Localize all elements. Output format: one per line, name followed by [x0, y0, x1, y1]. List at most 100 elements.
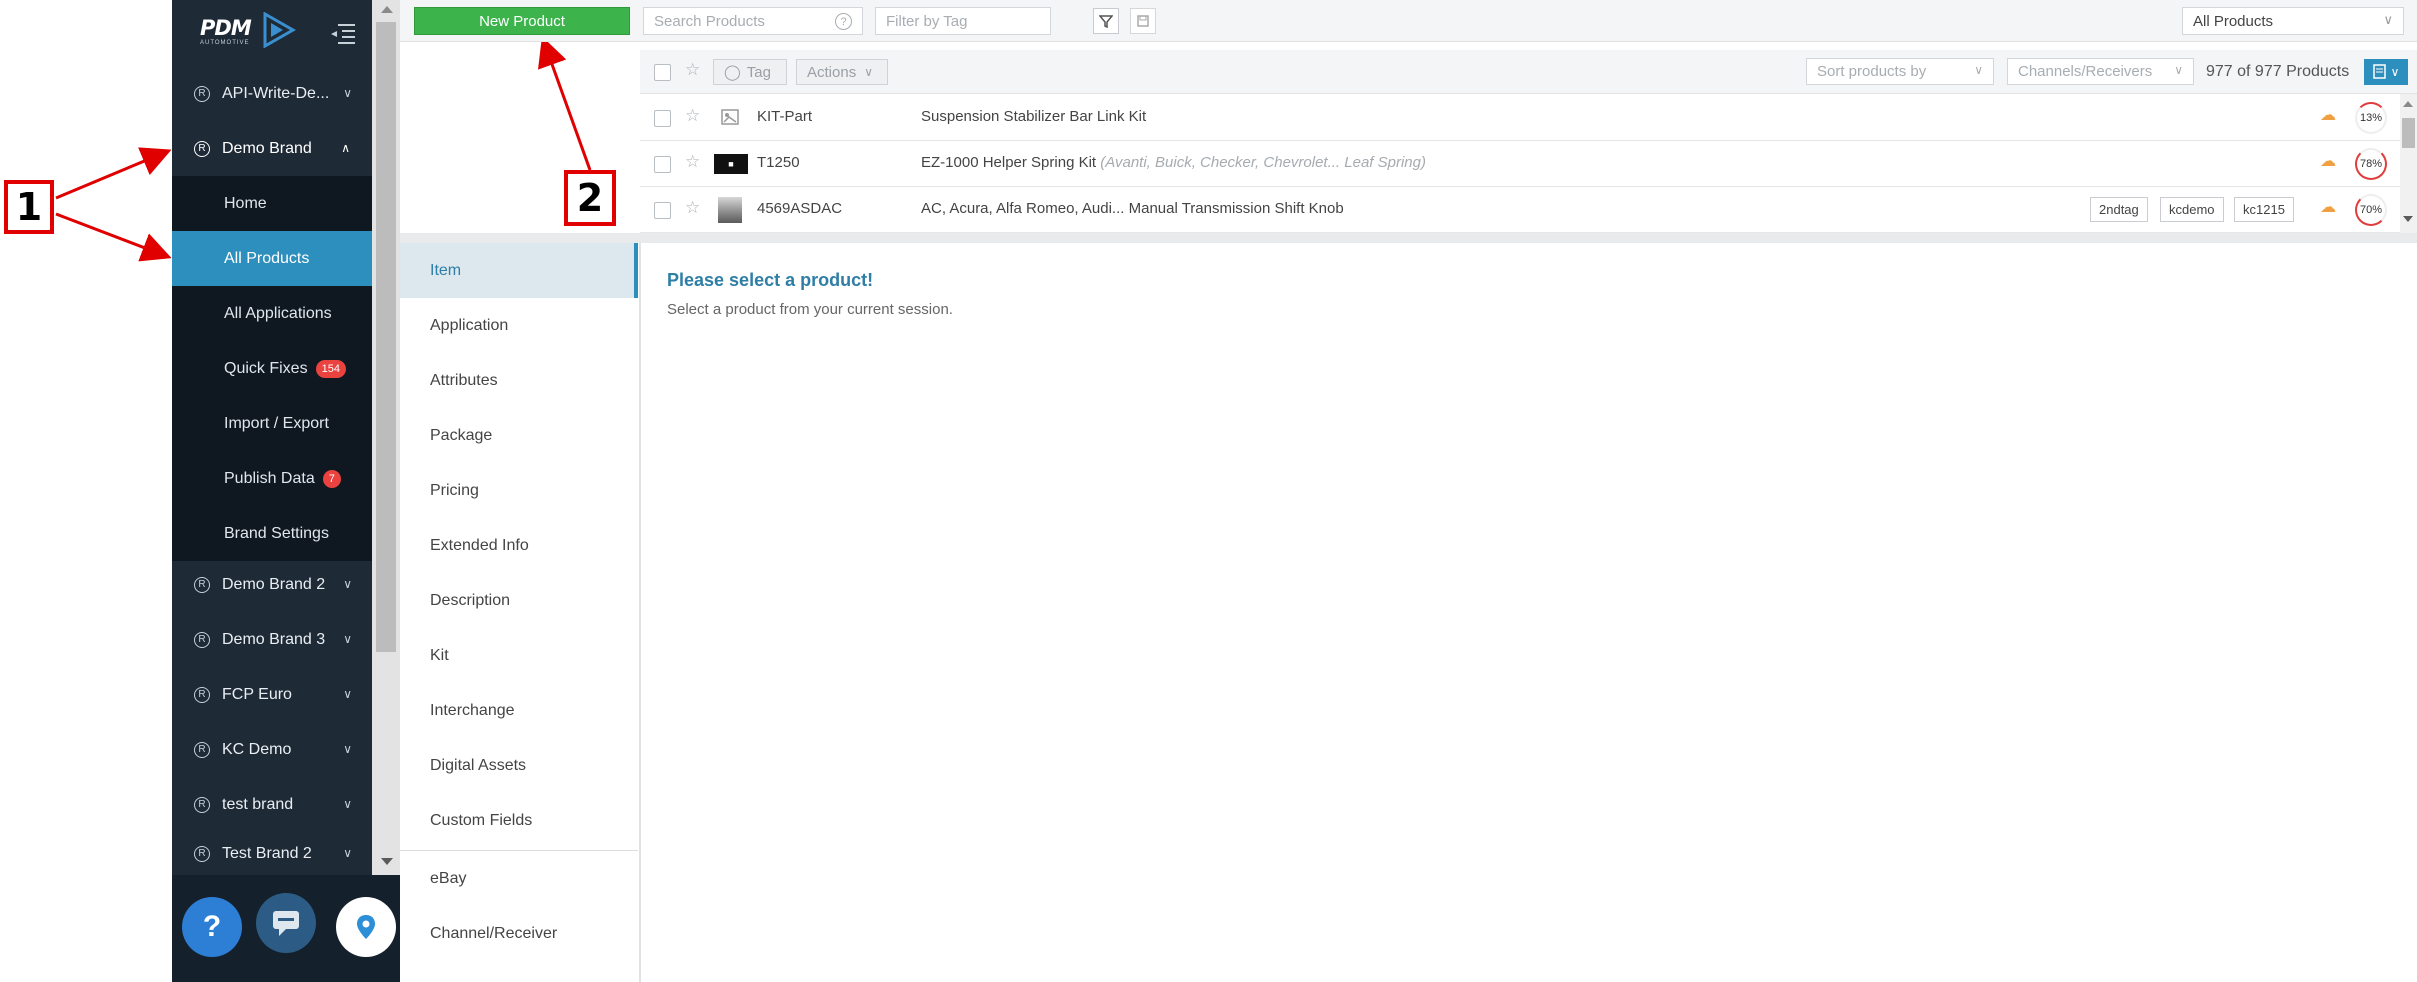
- completion-ring: 13%: [2355, 102, 2387, 134]
- chat-button[interactable]: [256, 893, 316, 953]
- tag-button[interactable]: ◯ Tag: [713, 59, 787, 85]
- table-row[interactable]: ☆ ■ T1250 EZ-1000 Helper Spring Kit (Ava…: [640, 141, 2400, 187]
- sidebar-brand-kc-demo[interactable]: R KC Demo ∨: [172, 722, 372, 777]
- chevron-down-icon: ∨: [343, 797, 352, 811]
- tab-pricing[interactable]: Pricing: [400, 463, 638, 518]
- registered-icon: R: [194, 576, 210, 593]
- filter-by-tag-input[interactable]: Filter by Tag: [875, 7, 1051, 35]
- sidebar-scrollbar[interactable]: [372, 0, 400, 875]
- tab-extended-info[interactable]: Extended Info: [400, 518, 638, 573]
- table-row[interactable]: ☆ KIT-Part Suspension Stabilizer Bar Lin…: [640, 95, 2400, 141]
- tab-channel-receiver[interactable]: Channel/Receiver: [400, 906, 638, 961]
- new-product-label: New Product: [479, 12, 565, 30]
- publish-data-badge: 7: [322, 469, 341, 488]
- row-checkbox[interactable]: [654, 202, 671, 219]
- all-products-select[interactable]: All Products ∨: [2182, 7, 2404, 35]
- location-button[interactable]: [336, 897, 396, 957]
- scroll-down-arrow-icon[interactable]: [2403, 216, 2413, 222]
- row-description-text: Suspension Stabilizer Bar Link Kit: [921, 108, 1147, 125]
- channels-receivers-label: Channels/Receivers: [2018, 63, 2153, 80]
- chevron-down-icon: ∨: [343, 846, 352, 860]
- sidebar-brand-demo-brand[interactable]: R Demo Brand ∧: [172, 121, 372, 176]
- product-count: 977 of 977 Products: [2206, 63, 2350, 80]
- tab-interchange[interactable]: Interchange: [400, 683, 638, 738]
- tab-label: Attributes: [430, 371, 498, 389]
- registered-icon: R: [194, 741, 210, 758]
- tab-kit[interactable]: Kit: [400, 628, 638, 683]
- top-toolbar: New Product Search Products ? Filter by …: [400, 0, 2417, 42]
- tab-ebay[interactable]: eBay: [400, 851, 638, 906]
- tab-custom-fields[interactable]: Custom Fields: [400, 793, 638, 848]
- sidebar-brand-fcp-euro[interactable]: R FCP Euro ∨: [172, 667, 372, 722]
- favorite-star-icon[interactable]: ☆: [685, 60, 700, 80]
- pdm-logo-subtext: AUTOMOTIVE: [200, 40, 250, 46]
- sidebar-item-quick-fixes[interactable]: Quick Fixes 154: [172, 341, 372, 396]
- scroll-down-arrow-icon[interactable]: [381, 858, 393, 865]
- chevron-down-icon: ∨: [864, 65, 873, 79]
- favorite-star-icon[interactable]: ☆: [685, 152, 700, 172]
- product-tag[interactable]: kc1215: [2234, 197, 2294, 222]
- annotation-callout-1-text: 1: [15, 185, 43, 229]
- panel-separator: [400, 233, 2417, 243]
- sidebar-item-publish-data[interactable]: Publish Data 7: [172, 451, 372, 506]
- product-list-scrollbar[interactable]: [2400, 94, 2417, 233]
- detail-empty-title: Please select a product!: [667, 270, 874, 290]
- scroll-up-arrow-icon[interactable]: [381, 6, 393, 13]
- sidebar-item-brand-settings[interactable]: Brand Settings: [172, 506, 372, 561]
- tag-icon: ◯: [724, 64, 741, 81]
- row-description: Suspension Stabilizer Bar Link Kit: [921, 108, 1146, 125]
- sidebar-brand-test-brand-2[interactable]: R Test Brand 2 ∨: [172, 832, 372, 875]
- sidebar-item-import-export[interactable]: Import / Export: [172, 396, 372, 451]
- annotation-callout-1: 1: [4, 180, 54, 234]
- product-tag[interactable]: 2ndtag: [2090, 197, 2148, 222]
- row-checkbox[interactable]: [654, 156, 671, 173]
- actions-button[interactable]: Actions ∨: [796, 59, 888, 85]
- completion-ring: 70%: [2355, 194, 2387, 226]
- sidebar-scrollbar-thumb[interactable]: [376, 22, 396, 652]
- select-all-checkbox[interactable]: [654, 64, 671, 81]
- table-row[interactable]: ☆ 4569ASDAC AC, Acura, Alfa Romeo, Audi.…: [640, 187, 2400, 233]
- kit-placeholder-icon: [721, 109, 739, 125]
- filter-button[interactable]: [1093, 8, 1119, 34]
- new-product-button[interactable]: New Product: [414, 7, 630, 35]
- tab-label: Package: [430, 426, 493, 444]
- search-products-input[interactable]: Search Products ?: [643, 7, 863, 35]
- product-tag[interactable]: kcdemo: [2160, 197, 2224, 222]
- tab-application[interactable]: Application: [400, 298, 638, 353]
- tab-digital-assets[interactable]: Digital Assets: [400, 738, 638, 793]
- sidebar-brand-demo-brand-3[interactable]: R Demo Brand 3 ∨: [172, 612, 372, 667]
- tab-label: Channel/Receiver: [430, 924, 558, 942]
- favorite-star-icon[interactable]: ☆: [685, 198, 700, 218]
- row-description: AC, Acura, Alfa Romeo, Audi... Manual Tr…: [921, 200, 1344, 217]
- tag-button-label: Tag: [746, 63, 771, 81]
- row-checkbox[interactable]: [654, 110, 671, 127]
- filter-by-tag-placeholder: Filter by Tag: [886, 12, 968, 30]
- tab-package[interactable]: Package: [400, 408, 638, 463]
- tab-label: Description: [430, 591, 511, 609]
- help-circle-icon[interactable]: ?: [835, 13, 852, 30]
- product-list-scrollbar-thumb[interactable]: [2402, 118, 2415, 148]
- sidebar-item-all-products[interactable]: All Products: [172, 231, 372, 286]
- sidebar-brand-test-brand[interactable]: R test brand ∨: [172, 777, 372, 832]
- favorite-star-icon[interactable]: ☆: [685, 106, 700, 126]
- sort-products-select[interactable]: Sort products by ∨: [1806, 58, 1994, 85]
- annotation-callout-2: 2: [564, 170, 616, 226]
- chevron-down-icon: ∨: [2174, 63, 2183, 77]
- sidebar-brand-demo-brand-2[interactable]: R Demo Brand 2 ∨: [172, 557, 372, 612]
- channels-receivers-select[interactable]: Channels/Receivers ∨: [2007, 58, 2194, 85]
- save-filter-button[interactable]: [1130, 8, 1156, 34]
- tab-attributes[interactable]: Attributes: [400, 353, 638, 408]
- help-button[interactable]: ?: [182, 897, 242, 957]
- scroll-up-arrow-icon[interactable]: [2403, 101, 2413, 107]
- filter-icon: [1099, 15, 1113, 28]
- sidebar-item-all-applications[interactable]: All Applications: [172, 286, 372, 341]
- registered-icon: R: [194, 686, 210, 703]
- sidebar-brand-api-write[interactable]: R API-Write-De... ∨: [172, 66, 372, 121]
- collapse-menu-icon[interactable]: [330, 22, 356, 44]
- sidebar: PDM AUTOMOTIVE R API-Write-De... ∨ R Dem…: [172, 0, 372, 982]
- view-toggle-button[interactable]: ∨: [2364, 59, 2408, 85]
- tab-item[interactable]: Item: [400, 243, 638, 298]
- product-thumbnail: ■: [714, 154, 748, 174]
- tab-description[interactable]: Description: [400, 573, 638, 628]
- sidebar-item-home[interactable]: Home: [172, 176, 372, 231]
